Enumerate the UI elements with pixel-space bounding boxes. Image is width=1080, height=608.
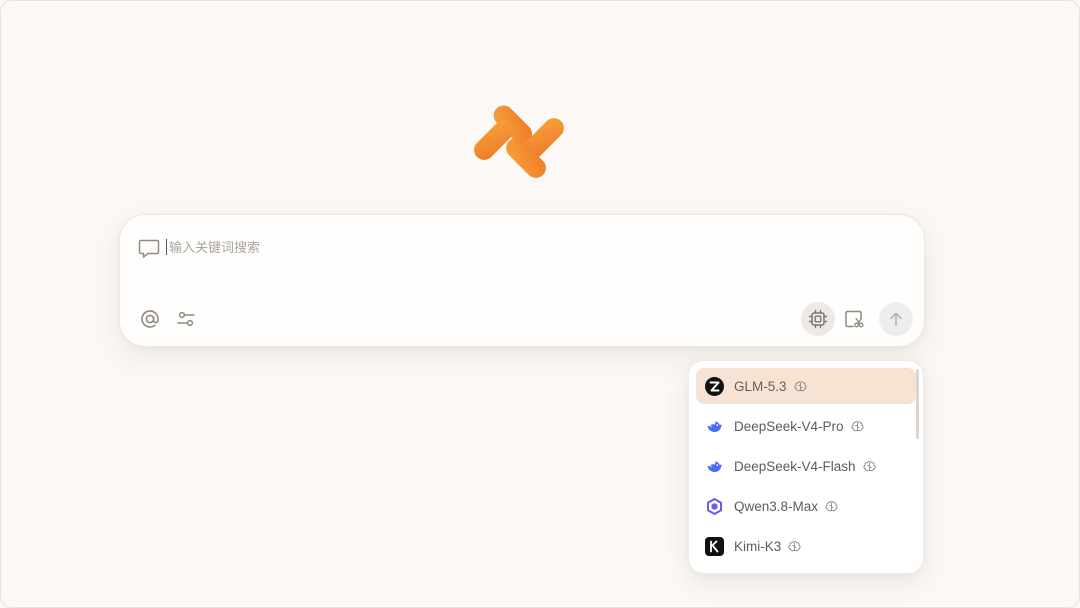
model-select-button[interactable] bbox=[801, 302, 835, 336]
kimi-logo-icon bbox=[705, 536, 724, 556]
mention-button[interactable] bbox=[134, 303, 166, 335]
search-input[interactable] bbox=[166, 235, 869, 259]
thinking-brain-icon bbox=[851, 420, 864, 431]
dropdown-scrollbar[interactable] bbox=[916, 369, 919, 439]
model-option-kimi[interactable]: Kimi-K3 bbox=[696, 528, 916, 564]
settings-filter-button[interactable] bbox=[170, 303, 202, 335]
deepseek-logo-icon bbox=[705, 457, 724, 476]
model-name: DeepSeek-V4-Pro bbox=[734, 418, 844, 434]
send-arrow-icon bbox=[890, 312, 902, 326]
qwen-logo-icon bbox=[705, 497, 724, 516]
model-name: Qwen3.8-Max bbox=[734, 498, 819, 514]
zhipu-logo-icon bbox=[705, 376, 724, 396]
model-name: DeepSeek-V4-Flash bbox=[734, 458, 856, 474]
app-logo-icon bbox=[474, 105, 564, 178]
model-option-qwen[interactable]: Qwen3.8-Max bbox=[696, 488, 916, 524]
model-option-deepseek-v4-pro[interactable]: DeepSeek-V4-Pro bbox=[696, 408, 916, 444]
model-option-deepseek-v4-flash[interactable]: DeepSeek-V4-Flash bbox=[696, 448, 916, 484]
model-name: GLM-5.3 bbox=[734, 378, 787, 394]
model-option-glm[interactable]: GLM-5.3 bbox=[696, 368, 916, 404]
thinking-brain-icon bbox=[825, 500, 838, 511]
search-card bbox=[119, 214, 925, 347]
screenshot-icon bbox=[845, 310, 864, 328]
deepseek-logo-icon bbox=[705, 417, 724, 436]
model-chip-icon bbox=[808, 309, 828, 329]
screenshot-button[interactable] bbox=[838, 303, 870, 335]
thinking-brain-icon bbox=[863, 460, 876, 471]
thinking-brain-icon bbox=[788, 540, 801, 551]
at-icon bbox=[141, 310, 159, 328]
chat-icon bbox=[138, 239, 160, 258]
app-window: GLM-5.3 DeepSeek-V4-Pro bbox=[0, 0, 1080, 608]
model-name: Kimi-K3 bbox=[734, 538, 782, 554]
model-dropdown: GLM-5.3 DeepSeek-V4-Pro DeepSeek-V4-Flas… bbox=[688, 360, 924, 574]
thinking-brain-icon bbox=[794, 380, 807, 391]
send-button[interactable] bbox=[879, 302, 913, 336]
filter-icon bbox=[177, 311, 195, 327]
